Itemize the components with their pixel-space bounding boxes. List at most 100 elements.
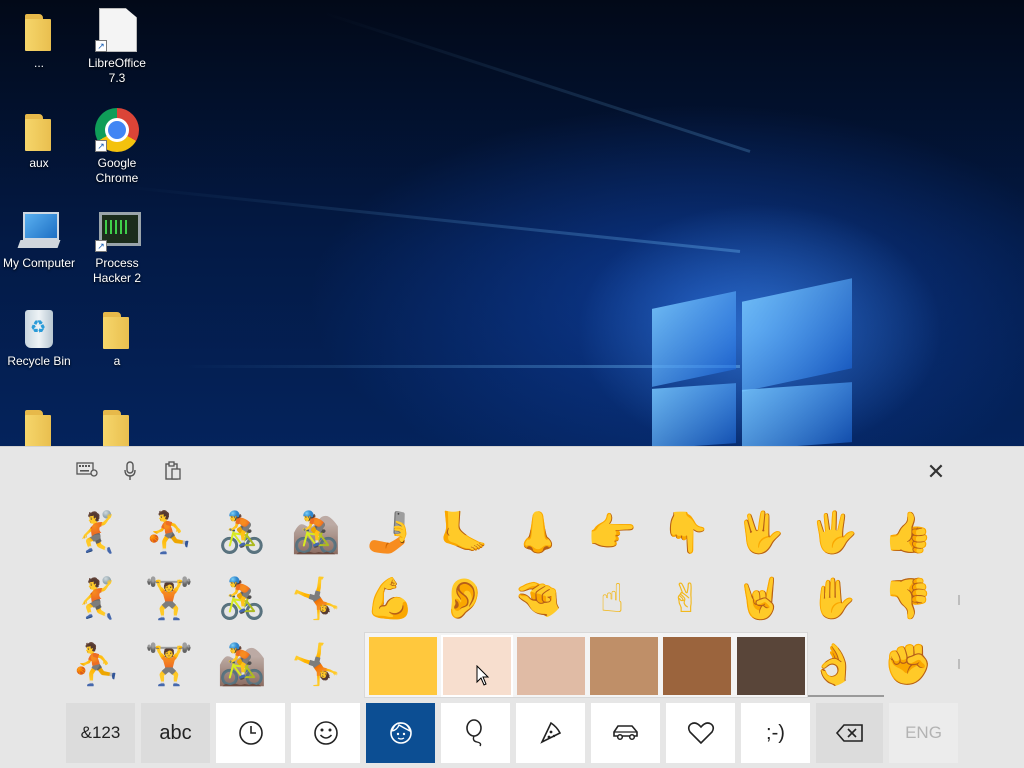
scrollbar-tick[interactable] xyxy=(958,659,960,669)
celebration-emoji-tab[interactable] xyxy=(441,703,510,763)
emoji-glyph: 👎 xyxy=(883,576,933,622)
folder-icon xyxy=(95,306,139,350)
desktop-icon-folder[interactable] xyxy=(0,404,78,446)
emoji-glyph: 🤳 xyxy=(365,510,415,556)
emoji-glyph: 🖐 xyxy=(809,510,859,556)
smileys-emoji-tab[interactable] xyxy=(291,703,360,763)
emoji-key[interactable]: 🚴 xyxy=(212,503,272,563)
emoji-key[interactable]: 🤸 xyxy=(286,569,346,629)
desktop-icon-dots-folder[interactable]: ... xyxy=(0,8,78,71)
emoji-key[interactable]: 🚵 xyxy=(286,503,346,563)
wallpaper-beam xyxy=(123,185,741,253)
emoji-key[interactable]: 🖐 xyxy=(804,503,864,563)
backspace-key[interactable] xyxy=(816,703,883,763)
clipboard-icon[interactable] xyxy=(160,461,186,483)
skin-tone-swatch[interactable] xyxy=(369,637,437,695)
desktop-icon-aux-folder[interactable]: aux xyxy=(0,108,78,171)
emoji-key[interactable]: 🤸 xyxy=(286,635,346,695)
skin-tone-swatch[interactable] xyxy=(517,637,585,695)
emoji-key[interactable]: ✊ xyxy=(878,635,938,695)
emoji-glyph: 🤾 xyxy=(71,510,121,556)
desktop-icon-label: aux xyxy=(29,156,49,170)
mouse-pointer-icon xyxy=(476,665,490,686)
numbers-symbols-key[interactable]: &123 xyxy=(66,703,135,763)
desktop: ... ↗ LibreOffice 7.3 aux ↗ Google Chrom… xyxy=(0,0,1024,446)
emoji-key[interactable]: 👍 xyxy=(878,503,938,563)
desktop-icon-a-folder[interactable]: a xyxy=(78,306,156,369)
desktop-icon-process-hacker[interactable]: ↗ Process Hacker 2 xyxy=(78,208,156,286)
skin-tone-swatch[interactable] xyxy=(663,637,731,695)
wallpaper-logo-pane xyxy=(742,278,852,392)
skin-tone-picker xyxy=(364,632,808,698)
food-emoji-tab[interactable] xyxy=(516,703,585,763)
emoji-key[interactable]: 🤳 xyxy=(360,503,420,563)
emoji-key[interactable]: ✋ xyxy=(804,569,864,629)
microphone-icon[interactable] xyxy=(117,461,143,483)
emoji-key[interactable]: 🏋 xyxy=(139,635,199,695)
emoji-key[interactable]: 💪 xyxy=(360,569,420,629)
keyboard-settings-icon[interactable] xyxy=(74,461,100,483)
emoticons-tab[interactable]: ;-) xyxy=(741,703,810,763)
emoji-key[interactable]: ☝ xyxy=(582,569,642,629)
skin-tone-swatch[interactable] xyxy=(737,637,805,695)
scrollbar-tick[interactable] xyxy=(958,595,960,605)
desktop-icon-libreoffice[interactable]: ↗ LibreOffice 7.3 xyxy=(78,8,156,86)
emoji-key[interactable]: 👉 xyxy=(582,503,642,563)
close-keyboard-button[interactable]: ✕ xyxy=(922,459,950,487)
travel-emoji-tab[interactable] xyxy=(591,703,660,763)
emoji-key[interactable]: 🤘 xyxy=(730,569,790,629)
wallpaper-logo-pane xyxy=(652,383,736,446)
wallpaper-logo-pane xyxy=(652,291,736,387)
chrome-icon: ↗ xyxy=(95,108,139,152)
folder-icon xyxy=(95,404,139,446)
emoji-glyph: 💪 xyxy=(365,576,415,622)
emoji-key[interactable]: 👃 xyxy=(508,503,568,563)
desktop-icon-my-computer[interactable]: My Computer xyxy=(0,208,78,271)
process-hacker-icon: ↗ xyxy=(95,208,141,252)
emoji-key[interactable]: 👎 xyxy=(878,569,938,629)
skin-tone-swatch[interactable] xyxy=(590,637,658,695)
emoji-key[interactable]: 👂 xyxy=(434,569,494,629)
emoji-glyph: 👌 xyxy=(809,642,859,688)
shortcut-arrow-icon: ↗ xyxy=(95,140,107,152)
computer-icon xyxy=(17,208,61,252)
emoji-key[interactable]: 🦶 xyxy=(434,503,494,563)
emoji-key[interactable]: 🤾 xyxy=(66,569,126,629)
key-label: ;-) xyxy=(766,722,785,744)
emoji-glyph: 👇 xyxy=(661,510,711,556)
desktop-icon-label: Process Hacker 2 xyxy=(92,256,142,285)
desktop-icon-google-chrome[interactable]: ↗ Google Chrome xyxy=(78,108,156,186)
desktop-icon-folder[interactable] xyxy=(78,404,156,446)
emoji-key[interactable]: ⛹ xyxy=(139,503,199,563)
emoji-key[interactable]: ✌ xyxy=(656,569,716,629)
close-icon: ✕ xyxy=(926,460,946,485)
emoji-key[interactable]: 🚵 xyxy=(212,635,272,695)
desktop-icon-label: a xyxy=(113,354,121,368)
folder-icon xyxy=(17,8,61,52)
emoji-glyph: 🤾 xyxy=(71,576,121,622)
emoji-key[interactable]: ⛹ xyxy=(66,635,126,695)
language-key[interactable]: ENG xyxy=(889,703,958,763)
recycle-bin-icon xyxy=(17,306,61,350)
people-emoji-tab[interactable] xyxy=(366,703,435,763)
emoji-key[interactable]: 🤏 xyxy=(508,569,568,629)
emoji-key[interactable]: 🚴 xyxy=(212,569,272,629)
key-label: &123 xyxy=(80,723,121,742)
folder-icon xyxy=(17,108,61,152)
emoji-glyph: 🚵 xyxy=(291,510,341,556)
emoji-key[interactable]: 👌 xyxy=(804,635,864,695)
emoji-key[interactable]: 🤾 xyxy=(66,503,126,563)
emoji-glyph: ✋ xyxy=(809,576,859,622)
recent-emoji-tab[interactable] xyxy=(216,703,285,763)
emoji-key[interactable]: 🏋 xyxy=(139,569,199,629)
emoji-key[interactable]: 👇 xyxy=(656,503,716,563)
emoji-glyph: 👃 xyxy=(513,510,563,556)
emoji-glyph: 🦶 xyxy=(439,510,489,556)
desktop-icon-recycle-bin[interactable]: Recycle Bin xyxy=(0,306,78,369)
touch-keyboard-emoji-panel: ✕ 🤾 ⛹ 🚴 🚵 🤳 🦶 👃 👉 👇 🖖 🖐 👍 🤾 🏋 🚴 🤸 💪 👂 🤏 ☝ ✌ 🤘 ✋ 👎 ⛹ 🏋 🚵 🤸 👌 ✊ &123 ab… xyxy=(0,446,1024,768)
abc-key[interactable]: abc xyxy=(141,703,210,763)
symbols-emoji-tab[interactable] xyxy=(666,703,735,763)
emoji-glyph: 🤘 xyxy=(735,576,785,622)
desktop-icon-label: Google Chrome xyxy=(95,156,139,185)
emoji-key[interactable]: 🖖 xyxy=(730,503,790,563)
